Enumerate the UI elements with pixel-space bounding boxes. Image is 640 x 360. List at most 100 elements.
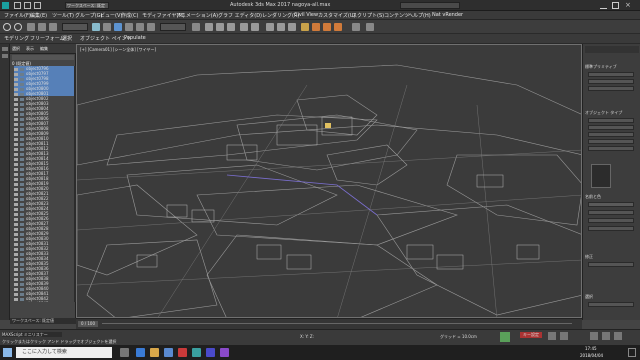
cmd-section-name-color[interactable]: 名前と色: [585, 194, 639, 199]
unlink-icon[interactable]: [38, 23, 46, 31]
menu-civil-view[interactable]: Civil View: [294, 12, 318, 18]
menu-scripting[interactable]: スクリプト(S): [352, 12, 384, 19]
menu-customize[interactable]: カスタマイズ(U): [318, 12, 355, 19]
toolbar-extra2-icon[interactable]: [366, 23, 374, 31]
cmd-button-3[interactable]: [588, 86, 634, 91]
angle-snap-icon[interactable]: [216, 23, 224, 31]
maximize-icon[interactable]: [612, 2, 619, 9]
explorer-tab-edit[interactable]: 編集: [40, 46, 48, 52]
cmd-button-4[interactable]: [588, 118, 634, 123]
edge-icon[interactable]: [136, 348, 145, 357]
layer-explorer-icon[interactable]: [266, 23, 274, 31]
cmd-button-13[interactable]: [588, 262, 634, 267]
ribbon-tab-modeling[interactable]: モデリング: [4, 35, 29, 42]
notifications-icon[interactable]: [628, 348, 636, 357]
menu-view[interactable]: ビュー(V): [100, 12, 122, 19]
scale-icon[interactable]: [136, 23, 144, 31]
taskbar-search-box[interactable]: ここに入力して検索: [16, 347, 112, 358]
auto-key-button[interactable]: キー設定: [520, 332, 542, 338]
cmd-section-primitives[interactable]: 標準プリミティブ: [585, 64, 639, 69]
app-icon-3[interactable]: [220, 348, 229, 357]
menu-edit[interactable]: 編集(E): [30, 12, 47, 19]
reference-coord-dropdown[interactable]: [160, 23, 186, 31]
explorer-row[interactable]: object0843: [14, 301, 74, 302]
cmd-button-5[interactable]: [588, 125, 634, 130]
menu-content[interactable]: コンテンツ: [384, 12, 409, 19]
minimize-icon[interactable]: [600, 2, 607, 9]
search-box[interactable]: [400, 2, 460, 9]
cmd-button-9[interactable]: [588, 202, 634, 207]
align-icon[interactable]: [251, 23, 259, 31]
explorer-tab-display[interactable]: 表示: [26, 46, 34, 52]
windows-start-icon[interactable]: [3, 348, 12, 357]
cmd-button-10[interactable]: [588, 210, 634, 215]
rotate-icon[interactable]: [125, 23, 133, 31]
store-icon[interactable]: [164, 348, 173, 357]
cmd-button-14[interactable]: [588, 302, 634, 307]
link-icon[interactable]: [27, 23, 35, 31]
add-time-tag-icon[interactable]: [500, 332, 510, 342]
cmd-section-modify[interactable]: 修正: [585, 254, 639, 259]
cmd-button-7[interactable]: [588, 139, 634, 144]
timeline[interactable]: 0 / 100: [76, 318, 582, 329]
render-frame-icon[interactable]: [323, 23, 331, 31]
viewport-camera[interactable]: [+] [Camera01] [シーン全体] [ワイヤー]: [76, 44, 582, 318]
percent-snap-icon[interactable]: [227, 23, 235, 31]
max-taskbar-icon[interactable]: [192, 348, 201, 357]
pivot-icon[interactable]: [192, 23, 200, 31]
command-panel-tabs[interactable]: [585, 46, 639, 53]
play-icon[interactable]: [548, 332, 556, 340]
pan-icon[interactable]: [602, 332, 610, 340]
cmd-button-11[interactable]: [588, 218, 634, 223]
material-editor-icon[interactable]: [301, 23, 309, 31]
selection-filter-dropdown[interactable]: [62, 23, 88, 31]
workspace-selector[interactable]: ワークスペース: 既定: [65, 2, 109, 9]
orbit-icon[interactable]: [614, 332, 622, 340]
explorer-search-field[interactable]: [12, 55, 74, 60]
menu-vrender[interactable]: Nat vRender: [432, 12, 463, 18]
menu-help[interactable]: ヘルプ(H): [408, 12, 431, 19]
menu-animation[interactable]: アニメーション(A): [176, 12, 218, 19]
clock-date[interactable]: 2018/04/04: [580, 353, 603, 358]
redo-icon[interactable]: [14, 23, 22, 31]
menu-file[interactable]: ファイル(F): [4, 12, 31, 19]
render-production-icon[interactable]: [334, 23, 342, 31]
strip-icon-2[interactable]: [2, 54, 8, 58]
select-by-name-icon[interactable]: [103, 23, 111, 31]
menu-create[interactable]: 作成(C): [121, 12, 138, 19]
new-file-icon[interactable]: [14, 2, 21, 9]
strip-icon-1[interactable]: [2, 47, 8, 51]
viewport-label[interactable]: [+] [Camera01] [シーン全体] [ワイヤー]: [80, 47, 156, 53]
cmd-button-2[interactable]: [588, 79, 634, 84]
cmd-section-object-type[interactable]: オブジェクト タイプ: [585, 110, 639, 115]
cmd-button-12[interactable]: [588, 226, 634, 231]
save-file-icon[interactable]: [34, 2, 41, 9]
menu-group[interactable]: グループ(G): [75, 12, 102, 19]
close-icon[interactable]: ×: [625, 1, 631, 9]
maxscript-listener[interactable]: MAXScript ミニリスナー: [2, 332, 62, 337]
menu-tools[interactable]: ツール(T): [52, 12, 74, 19]
explorer-tab-select[interactable]: 選択: [12, 46, 20, 52]
task-view-icon[interactable]: [120, 348, 129, 357]
color-swatch[interactable]: [591, 164, 611, 188]
explorer-icon[interactable]: [150, 348, 159, 357]
cmd-button-8[interactable]: [588, 146, 634, 151]
schematic-view-icon[interactable]: [288, 23, 296, 31]
snaps-toggle-icon[interactable]: [205, 23, 213, 31]
toolbar-extra-icon[interactable]: [352, 23, 360, 31]
render-setup-icon[interactable]: [312, 23, 320, 31]
clock-time[interactable]: 17:45: [585, 346, 597, 351]
zoom-icon[interactable]: [590, 332, 598, 340]
open-file-icon[interactable]: [24, 2, 31, 9]
app-icon-1[interactable]: [178, 348, 187, 357]
curve-editor-icon[interactable]: [277, 23, 285, 31]
place-icon[interactable]: [147, 23, 155, 31]
app-icon-2[interactable]: [206, 348, 215, 357]
ribbon-tab-populate[interactable]: Populate: [124, 35, 146, 41]
move-icon[interactable]: [114, 23, 122, 31]
explorer-footer[interactable]: ワークスペース: 既定値: [10, 318, 76, 324]
time-slider[interactable]: 0 / 100: [78, 321, 98, 327]
cmd-section-selection[interactable]: 選択: [585, 294, 639, 299]
cmd-button-6[interactable]: [588, 132, 634, 137]
bind-spacewarp-icon[interactable]: [49, 23, 57, 31]
